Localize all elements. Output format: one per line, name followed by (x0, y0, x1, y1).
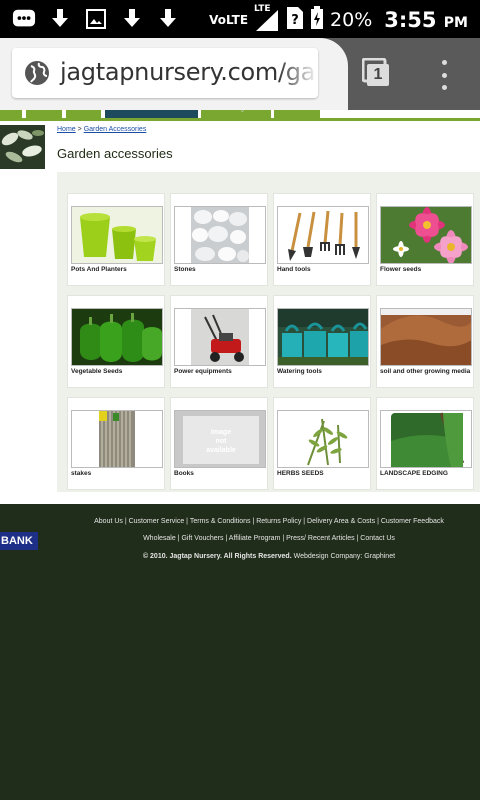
product-label[interactable]: Hand tools (277, 266, 369, 274)
footer-copyright: © 2010. Jagtap Nursery. All Rights Reser… (58, 553, 480, 560)
nav-item-bulbs[interactable]: Bulbs (66, 110, 101, 118)
battery-icon (310, 6, 324, 34)
header-plant-image (0, 125, 45, 169)
address-bar[interactable]: jagtapnursery.com/ga (12, 48, 318, 98)
footer-links-row-1[interactable]: About Us | Customer Service | Terms & Co… (58, 518, 480, 525)
web-page: Home Plants Bulbs Garden Accessories Out… (0, 110, 480, 800)
volte-label: VoLTE (209, 13, 249, 27)
herbs-seeds-image[interactable] (277, 410, 369, 468)
page-title: Garden accessories (57, 146, 173, 161)
message-notification-icon (12, 7, 36, 31)
watering-tools-image[interactable] (277, 308, 369, 366)
clock-time: 3:55 (384, 8, 437, 32)
product-card-pots-and-planters[interactable]: Pots And Planters (67, 193, 165, 286)
product-label[interactable]: stakes (71, 470, 163, 478)
globe-icon (25, 61, 49, 85)
battery-percent: 20% (330, 9, 373, 31)
clock: 3:55 PM (384, 8, 468, 32)
product-label[interactable]: Watering tools (277, 368, 369, 376)
omnibox-area: jagtapnursery.com/ga (0, 38, 348, 110)
flower-seeds-image[interactable] (380, 206, 472, 264)
product-card-soil-and-growing-media[interactable]: soil and other growing media (376, 295, 474, 388)
menu-icon[interactable] (432, 60, 456, 90)
product-label[interactable]: Stones (174, 266, 266, 274)
webdesign-credit[interactable]: Webdesign Company: Graphinet (294, 553, 395, 560)
product-card-herbs-seeds[interactable]: HERBS SEEDS (273, 397, 371, 490)
placeholder-line: available (206, 447, 236, 454)
product-label[interactable]: soil and other growing media (380, 368, 472, 376)
power-equipments-image[interactable] (174, 308, 266, 366)
landscape-edging-image[interactable] (380, 410, 472, 468)
nav-item-garden-accessories[interactable]: Garden Accessories (105, 110, 198, 118)
product-grid: Pots And Planters Stones Hand tools Flow… (57, 172, 480, 492)
product-card-flower-seeds[interactable]: Flower seeds (376, 193, 474, 286)
url-text: jagtapnursery.com/ga (60, 58, 316, 86)
breadcrumb-current-link[interactable]: Garden Accessories (84, 126, 147, 133)
product-card-landscape-edging[interactable]: LANDSCAPE EDGING (376, 397, 474, 490)
download-icon (120, 7, 144, 31)
sim-unknown-icon: ? (286, 6, 304, 34)
product-label[interactable]: Power equipments (174, 368, 266, 376)
footer-links-row-2[interactable]: Wholesale | Gift Vouchers | Affiliate Pr… (58, 535, 480, 542)
image-icon (84, 7, 108, 31)
product-label[interactable]: LANDSCAPE EDGING (380, 470, 472, 478)
lte-label: LTE (254, 4, 271, 14)
breadcrumb: Home > Garden Accessories (57, 126, 146, 133)
signal-icon: LTE (254, 4, 280, 32)
nav-item-services[interactable]: Services (274, 110, 320, 118)
site-nav: Home Plants Bulbs Garden Accessories Out… (0, 110, 480, 118)
vegetable-seeds-image[interactable] (71, 308, 163, 366)
status-bar: VoLTE LTE ? 20% 3:55 PM (0, 0, 480, 38)
product-card-vegetable-seeds[interactable]: Vegetable Seeds (67, 295, 165, 388)
stones-image[interactable] (174, 206, 266, 264)
product-card-power-equipments[interactable]: Power equipments (170, 295, 268, 388)
placeholder-line: not (215, 438, 227, 445)
bank-badge[interactable]: BANK (0, 532, 38, 550)
image-not-available-box: Image not available (183, 416, 259, 464)
product-label[interactable]: HERBS SEEDS (277, 470, 369, 478)
url-fade (278, 48, 318, 98)
browser-toolbar: jagtapnursery.com/ga 1 (0, 38, 480, 110)
breadcrumb-home-link[interactable]: Home (57, 126, 76, 133)
download-icon (156, 7, 180, 31)
product-card-stakes[interactable]: stakes (67, 397, 165, 490)
product-card-stones[interactable]: Stones (170, 193, 268, 286)
product-label[interactable]: Flower seeds (380, 266, 472, 274)
download-icon (48, 7, 72, 31)
image-not-available-text: Image not available (183, 428, 259, 455)
product-label[interactable]: Pots And Planters (71, 266, 163, 274)
product-card-books[interactable]: Image not available Books (170, 397, 268, 490)
svg-text:?: ? (291, 13, 299, 28)
tab-count[interactable]: 1 (367, 64, 389, 86)
nav-item-plants[interactable]: Plants (26, 110, 62, 118)
placeholder-line: Image (210, 429, 232, 436)
books-image-placeholder[interactable]: Image not available (174, 410, 266, 468)
nav-item-outdoor-living[interactable]: Outdoor Living (201, 110, 271, 118)
copyright-text: © 2010. Jagtap Nursery. All Rights Reser… (142, 553, 292, 560)
pots-and-planters-image[interactable] (71, 206, 163, 264)
stakes-image[interactable] (71, 410, 163, 468)
breadcrumb-separator: > (77, 126, 82, 133)
product-card-hand-tools[interactable]: Hand tools (273, 193, 371, 286)
nav-item-home[interactable]: Home (0, 110, 22, 118)
site-footer: BANK About Us | Customer Service | Terms… (0, 504, 480, 800)
nav-underline (0, 118, 480, 121)
product-label[interactable]: Books (174, 470, 266, 478)
product-label[interactable]: Vegetable Seeds (71, 368, 163, 376)
hand-tools-image[interactable] (277, 206, 369, 264)
product-card-watering-tools[interactable]: Watering tools (273, 295, 371, 388)
clock-ampm: PM (443, 15, 468, 31)
soil-image[interactable] (380, 308, 472, 366)
